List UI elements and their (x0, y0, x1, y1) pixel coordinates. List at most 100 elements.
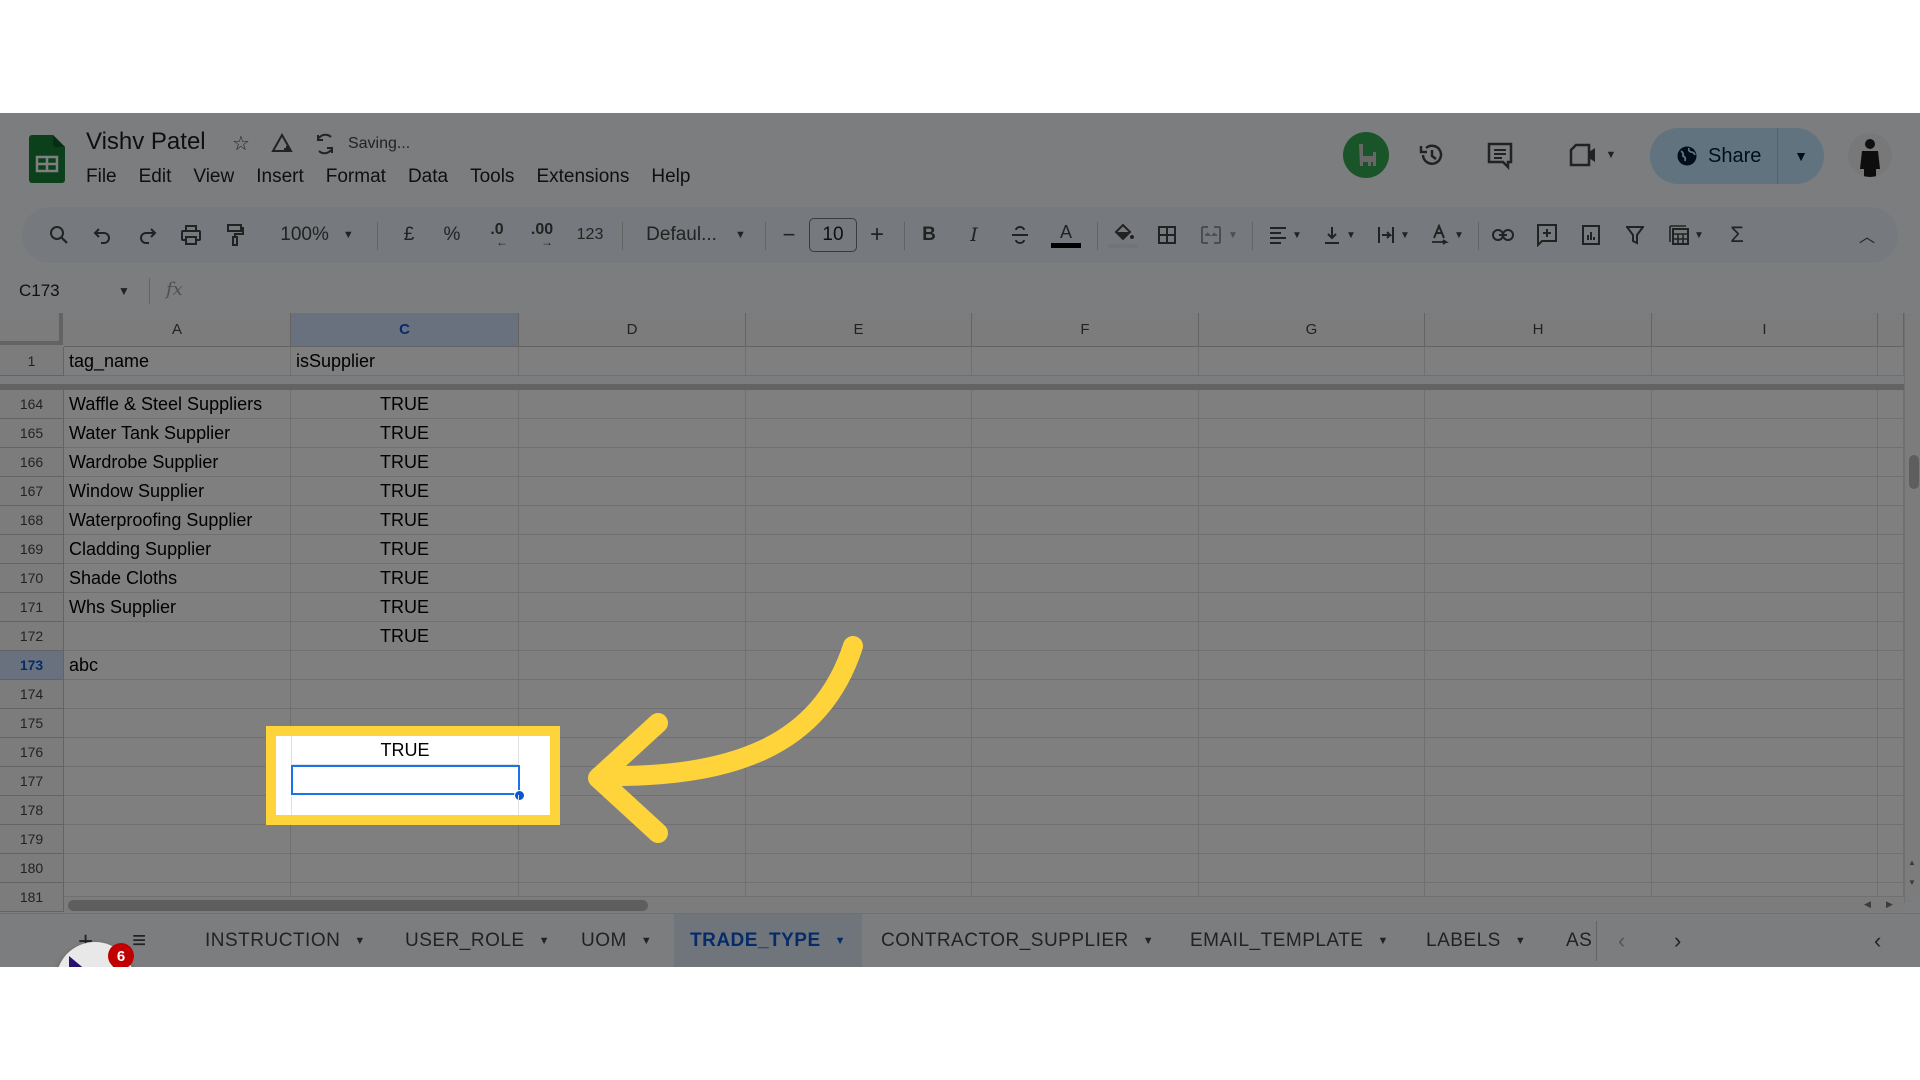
cell-A174[interactable] (64, 680, 291, 709)
cell-F179[interactable] (972, 825, 1199, 854)
cell-E180[interactable] (746, 854, 972, 883)
cell-G173[interactable] (1199, 651, 1425, 680)
meet-button[interactable]: ▼ (1562, 139, 1622, 171)
cell-D170[interactable] (519, 564, 746, 593)
cell-x177[interactable] (1878, 767, 1904, 796)
chevron-down-icon[interactable]: ▼ (835, 935, 846, 947)
cell-F165[interactable] (972, 419, 1199, 448)
cell-x174[interactable] (1878, 680, 1904, 709)
cell-A173[interactable]: abc (64, 651, 291, 680)
cell-I165[interactable] (1652, 419, 1878, 448)
cell-I167[interactable] (1652, 477, 1878, 506)
cell-D1[interactable] (519, 347, 746, 376)
chevron-down-icon[interactable]: ▼ (1143, 935, 1154, 947)
scroll-left-icon[interactable]: ◀ (1864, 899, 1871, 910)
cell-G174[interactable] (1199, 680, 1425, 709)
cell-G168[interactable] (1199, 506, 1425, 535)
cell-C165[interactable]: TRUE (291, 419, 519, 448)
cell-F169[interactable] (972, 535, 1199, 564)
horizontal-scrollbar[interactable]: ◀ ▶ (64, 896, 1904, 913)
scroll-tabs-left-icon[interactable]: ‹ (1618, 914, 1625, 967)
cell-I176[interactable] (1652, 738, 1878, 767)
cell-H172[interactable] (1425, 622, 1652, 651)
scroll-up-icon[interactable]: ▲ (1908, 858, 1916, 867)
version-history-icon[interactable] (1416, 139, 1448, 171)
sheet-tab-email-template[interactable]: EMAIL_TEMPLATE ▼ (1174, 914, 1405, 967)
cell-E168[interactable] (746, 506, 972, 535)
cell-x173[interactable] (1878, 651, 1904, 680)
cell-x176[interactable] (1878, 738, 1904, 767)
cell-G164[interactable] (1199, 390, 1425, 419)
column-header-A[interactable]: A (64, 313, 291, 347)
row-header-167[interactable]: 167 (0, 477, 64, 506)
cell-E171[interactable] (746, 593, 972, 622)
star-icon[interactable]: ☆ (232, 131, 250, 156)
cell-C180[interactable] (291, 854, 519, 883)
move-to-drive-icon[interactable] (270, 132, 294, 155)
formula-input[interactable] (200, 273, 1900, 305)
search-menus-icon[interactable] (44, 207, 74, 263)
document-title[interactable]: Vishv Patel (86, 128, 206, 156)
cell-A172[interactable] (64, 622, 291, 651)
cell-C169[interactable]: TRUE (291, 535, 519, 564)
share-button[interactable]: Share ▼ (1650, 128, 1824, 184)
menu-tools[interactable]: Tools (459, 166, 525, 188)
vertical-scrollbar[interactable]: ▲ ▼ (1904, 313, 1920, 903)
collapse-toolbar-icon[interactable]: ︿ (1852, 207, 1882, 263)
cell-D165[interactable] (519, 419, 746, 448)
menu-format[interactable]: Format (315, 166, 397, 188)
cell-A1[interactable]: tag_name (64, 347, 291, 376)
cell-F176[interactable] (972, 738, 1199, 767)
insert-comment-icon[interactable] (1532, 207, 1562, 263)
cell-x165[interactable] (1878, 419, 1904, 448)
cell-H169[interactable] (1425, 535, 1652, 564)
chevron-down-icon[interactable]: ▼ (1377, 935, 1388, 947)
vertical-align-button[interactable]: ▼ (1316, 207, 1362, 263)
row-header-177[interactable]: 177 (0, 767, 64, 796)
font-size-input[interactable]: 10 (809, 218, 857, 252)
italic-button[interactable]: I (959, 207, 989, 263)
explore-side-panel-icon[interactable]: ‹ (1874, 914, 1881, 967)
column-header-H[interactable]: H (1425, 313, 1652, 347)
insert-chart-icon[interactable] (1576, 207, 1606, 263)
cell-I173[interactable] (1652, 651, 1878, 680)
cell-G177[interactable] (1199, 767, 1425, 796)
cell-D180[interactable] (519, 854, 746, 883)
cell-F164[interactable] (972, 390, 1199, 419)
cell-C171[interactable]: TRUE (291, 593, 519, 622)
cell-D167[interactable] (519, 477, 746, 506)
cell-D171[interactable] (519, 593, 746, 622)
sheet-tab-uom[interactable]: UOM ▼ (565, 914, 668, 967)
cell-C168[interactable]: TRUE (291, 506, 519, 535)
cell-E1[interactable] (746, 347, 972, 376)
cell-I164[interactable] (1652, 390, 1878, 419)
cell-H1[interactable] (1425, 347, 1652, 376)
cell-D168[interactable] (519, 506, 746, 535)
cell-G166[interactable] (1199, 448, 1425, 477)
text-rotation-button[interactable]: ▼ (1424, 207, 1470, 263)
format-currency-button[interactable]: £ (394, 207, 424, 263)
row-header-181[interactable]: 181 (0, 883, 64, 912)
cell-H177[interactable] (1425, 767, 1652, 796)
cell-G171[interactable] (1199, 593, 1425, 622)
cell-H164[interactable] (1425, 390, 1652, 419)
more-formats-button[interactable]: 123 (570, 207, 610, 263)
cell-D166[interactable] (519, 448, 746, 477)
borders-icon[interactable] (1152, 207, 1182, 263)
bold-button[interactable]: B (914, 207, 944, 263)
print-icon[interactable] (176, 207, 206, 263)
cell-C164[interactable]: TRUE (291, 390, 519, 419)
cell-H175[interactable] (1425, 709, 1652, 738)
row-header-178[interactable]: 178 (0, 796, 64, 825)
cell-I166[interactable] (1652, 448, 1878, 477)
strikethrough-icon[interactable] (1005, 207, 1035, 263)
insert-link-icon[interactable] (1488, 207, 1518, 263)
font-select[interactable]: Defaul... ▼ (636, 207, 756, 263)
cell-G167[interactable] (1199, 477, 1425, 506)
cell-A171[interactable]: Whs Supplier (64, 593, 291, 622)
cell-x171[interactable] (1878, 593, 1904, 622)
user-avatar[interactable] (1848, 133, 1892, 177)
google-sheets-logo-icon[interactable] (29, 135, 65, 183)
cell-C167[interactable]: TRUE (291, 477, 519, 506)
cell-A176[interactable] (64, 738, 291, 767)
